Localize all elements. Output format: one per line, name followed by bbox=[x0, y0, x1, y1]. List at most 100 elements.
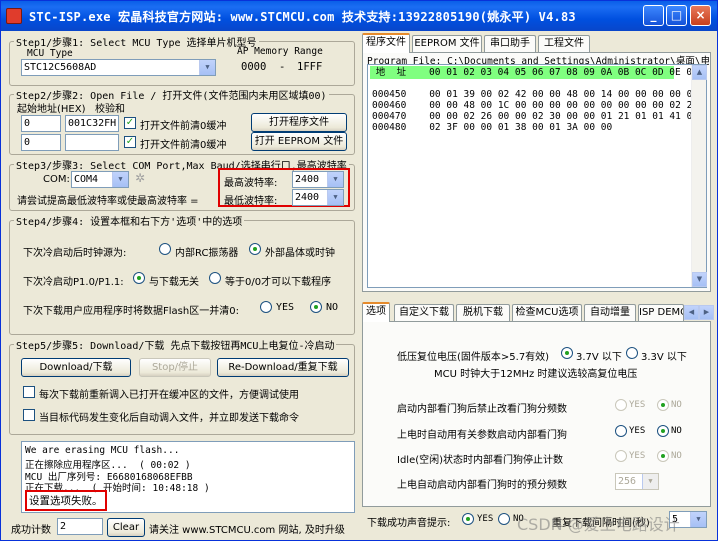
com-port-value: COM4 bbox=[74, 174, 99, 185]
gear-icon[interactable]: ✲ bbox=[135, 171, 145, 185]
wdt-power-no-radio[interactable] bbox=[657, 425, 669, 437]
download-button[interactable]: Download/下载 bbox=[21, 358, 131, 377]
checksum-field-1[interactable]: 001C32FH bbox=[65, 115, 119, 132]
reset-37v-label: 3.7V 以下 bbox=[576, 352, 622, 363]
maximize-button[interactable]: □ bbox=[666, 5, 687, 26]
hex-row: 000470 00 00 02 26 00 00 02 30 00 00 01 … bbox=[372, 111, 699, 122]
tab-check-mcu-options[interactable]: 检查MCU选项 bbox=[512, 304, 582, 322]
tab-offline-download[interactable]: 脱机下载 bbox=[456, 304, 510, 322]
minimize-button[interactable]: _ bbox=[643, 5, 664, 26]
min-baud-value: 2400 bbox=[295, 192, 320, 203]
tab-serial-helper[interactable]: 串口助手 bbox=[484, 35, 536, 53]
beep-yes-radio[interactable] bbox=[462, 513, 474, 525]
wdt-power-yes-radio[interactable] bbox=[615, 425, 627, 437]
clear-flash-no-label: NO bbox=[326, 302, 339, 313]
wdt-lock-no-label: NO bbox=[671, 400, 682, 410]
window-title: STC-ISP.exe 宏晶科技官方网站: www.STCMCU.com 技术支… bbox=[29, 10, 576, 24]
tab-scroll-right-icon[interactable]: ▶ bbox=[699, 305, 714, 320]
hex-view[interactable]: 地 址 00 01 02 03 04 05 06 07 08 09 0A 0B … bbox=[367, 64, 707, 288]
wdt-power-yes-label: YES bbox=[629, 426, 646, 436]
idle-wdt-yes-radio[interactable] bbox=[615, 450, 627, 462]
clear-buffer-checkbox-1[interactable]: ✓ bbox=[124, 117, 136, 129]
clear-button[interactable]: Clear bbox=[107, 518, 145, 537]
close-button[interactable]: × bbox=[690, 5, 711, 26]
clear-flash-yes-radio[interactable] bbox=[260, 301, 272, 313]
auto-reload-label: 当目标代码发生变化后自动调入文件，并立即发送下载命令 bbox=[39, 413, 299, 424]
chevron-down-icon: ▼ bbox=[690, 512, 706, 527]
min-baud-select[interactable]: 2400 ▼ bbox=[292, 189, 344, 206]
clock-external-label: 外部晶体或时钟 bbox=[265, 248, 335, 259]
wdt-power-no-label: NO bbox=[671, 426, 682, 436]
idle-wdt-no-label: NO bbox=[671, 451, 682, 461]
tab-options[interactable]: 选项 bbox=[362, 302, 390, 322]
clock-internal-rc-radio[interactable] bbox=[159, 243, 171, 255]
ap-start: 0000 bbox=[241, 61, 267, 73]
ap-dash: - bbox=[279, 61, 286, 73]
scroll-up-icon[interactable]: ▲ bbox=[692, 65, 707, 80]
idle-wdt-no-radio[interactable] bbox=[657, 450, 669, 462]
max-baud-select[interactable]: 2400 ▼ bbox=[292, 171, 344, 188]
stop-button[interactable]: Stop/停止 bbox=[139, 358, 211, 377]
hex-row: 000460 00 00 48 00 1C 00 00 00 00 00 00 … bbox=[372, 100, 699, 111]
com-port-select[interactable]: COM4 ▼ bbox=[71, 171, 129, 188]
p10-zero-label: 等于0/0才可以下载程序 bbox=[225, 277, 332, 288]
checksum-field-2[interactable] bbox=[65, 134, 119, 151]
idle-wdt-yes-label: YES bbox=[629, 451, 646, 461]
start-address-input-2[interactable]: 0 bbox=[21, 134, 61, 151]
chevron-down-icon: ▼ bbox=[642, 474, 658, 489]
step4-legend: Step4/步骤4: 设置本框和右下方'选项'中的选项 bbox=[16, 217, 243, 228]
wdt-lock-yes-radio[interactable] bbox=[615, 399, 627, 411]
open-program-file-button[interactable]: 打开程序文件 bbox=[251, 113, 347, 132]
main-window: STC-ISP.exe 宏晶科技官方网站: www.STCMCU.com 技术支… bbox=[0, 0, 718, 541]
baud-hint: 请尝试提高最低波特率或使最高波特率 = bbox=[17, 196, 199, 207]
clear-flash-no-radio[interactable] bbox=[310, 301, 322, 313]
clock-internal-rc-label: 内部RC振荡器 bbox=[175, 248, 239, 259]
reload-file-checkbox[interactable] bbox=[23, 386, 35, 398]
chevron-down-icon: ▼ bbox=[327, 172, 343, 187]
wdt-lock-no-radio[interactable] bbox=[657, 399, 669, 411]
clock-external-radio[interactable] bbox=[249, 243, 261, 255]
reset-33v-radio[interactable] bbox=[626, 347, 638, 359]
step5-legend: Step5/步骤5: Download/下载 先点下载按钮再MCU上电复位-冷启… bbox=[16, 341, 335, 352]
min-baud-label: 最低波特率: bbox=[224, 196, 278, 207]
auto-reload-checkbox[interactable] bbox=[23, 409, 35, 421]
tab-custom-download[interactable]: 自定义下载 bbox=[394, 304, 454, 322]
p10-p11-label: 下次冷启动P1.0/P1.1: bbox=[23, 277, 124, 288]
hex-header: 地 址 00 01 02 03 04 05 06 07 08 09 0A 0B … bbox=[370, 66, 698, 79]
ap-memory-label: AP Memory Range bbox=[237, 46, 323, 57]
hex-scrollbar[interactable]: ▲ ▼ bbox=[691, 65, 707, 287]
success-count-label: 成功计数 bbox=[11, 525, 51, 536]
scroll-down-icon[interactable]: ▼ bbox=[692, 272, 707, 287]
hex-row: 000480 02 3F 00 00 01 38 00 01 3A 00 00 bbox=[372, 122, 613, 133]
watermark: CSDN @爱上电路设计 bbox=[517, 515, 680, 534]
clock-source-label: 下次冷启动后时钟源为: bbox=[23, 248, 127, 259]
title-bar[interactable]: STC-ISP.exe 宏晶科技官方网站: www.STCMCU.com 技术支… bbox=[1, 1, 717, 31]
open-eeprom-file-button[interactable]: 打开 EEPROM 文件 bbox=[251, 132, 347, 151]
log-error-line: 设置选项失败。 bbox=[25, 490, 107, 511]
tab-program-file[interactable]: 程序文件 bbox=[362, 33, 410, 53]
tab-scroll-left-icon[interactable]: ◀ bbox=[684, 305, 699, 320]
reset-37v-radio[interactable] bbox=[561, 347, 573, 359]
beep-no-radio[interactable] bbox=[498, 513, 510, 525]
checksum-label: 校验和 bbox=[95, 104, 125, 115]
p10-unrelated-label: 与下载无关 bbox=[149, 277, 199, 288]
tab-isp-demo[interactable]: ISP DEMO bbox=[638, 304, 684, 322]
mcu-clock-note: MCU 时钟大于12MHz 时建议选较高复位电压 bbox=[434, 369, 638, 380]
log-box[interactable]: We are erasing MCU flash... 正在擦除应用程序区...… bbox=[21, 441, 355, 513]
mcu-type-select[interactable]: STC12C5608AD ▼ bbox=[21, 59, 216, 76]
wdt-prescale-select[interactable]: 256 ▼ bbox=[615, 473, 659, 490]
tab-auto-increment[interactable]: 自动增量 bbox=[584, 304, 636, 322]
max-baud-value: 2400 bbox=[295, 174, 320, 185]
mcu-type-value: STC12C5608AD bbox=[24, 62, 97, 73]
status-notice: 请关注 www.STCMCU.com 网站, 及时升级 bbox=[149, 525, 345, 536]
wdt-lock-yes-label: YES bbox=[629, 400, 646, 410]
start-address-input-1[interactable]: 0 bbox=[21, 115, 61, 132]
log-line: We are erasing MCU flash... bbox=[25, 445, 180, 456]
wdt-power-on-label: 上电时自动用有关参数启动内部看门狗 bbox=[397, 430, 567, 441]
p10-zero-radio[interactable] bbox=[209, 272, 221, 284]
tab-project-file[interactable]: 工程文件 bbox=[538, 35, 590, 53]
clear-buffer-checkbox-2[interactable]: ✓ bbox=[124, 136, 136, 148]
redownload-button[interactable]: Re-Download/重复下载 bbox=[217, 358, 349, 377]
tab-eeprom-file[interactable]: EEPROM 文件 bbox=[412, 35, 482, 53]
p10-unrelated-radio[interactable] bbox=[133, 272, 145, 284]
